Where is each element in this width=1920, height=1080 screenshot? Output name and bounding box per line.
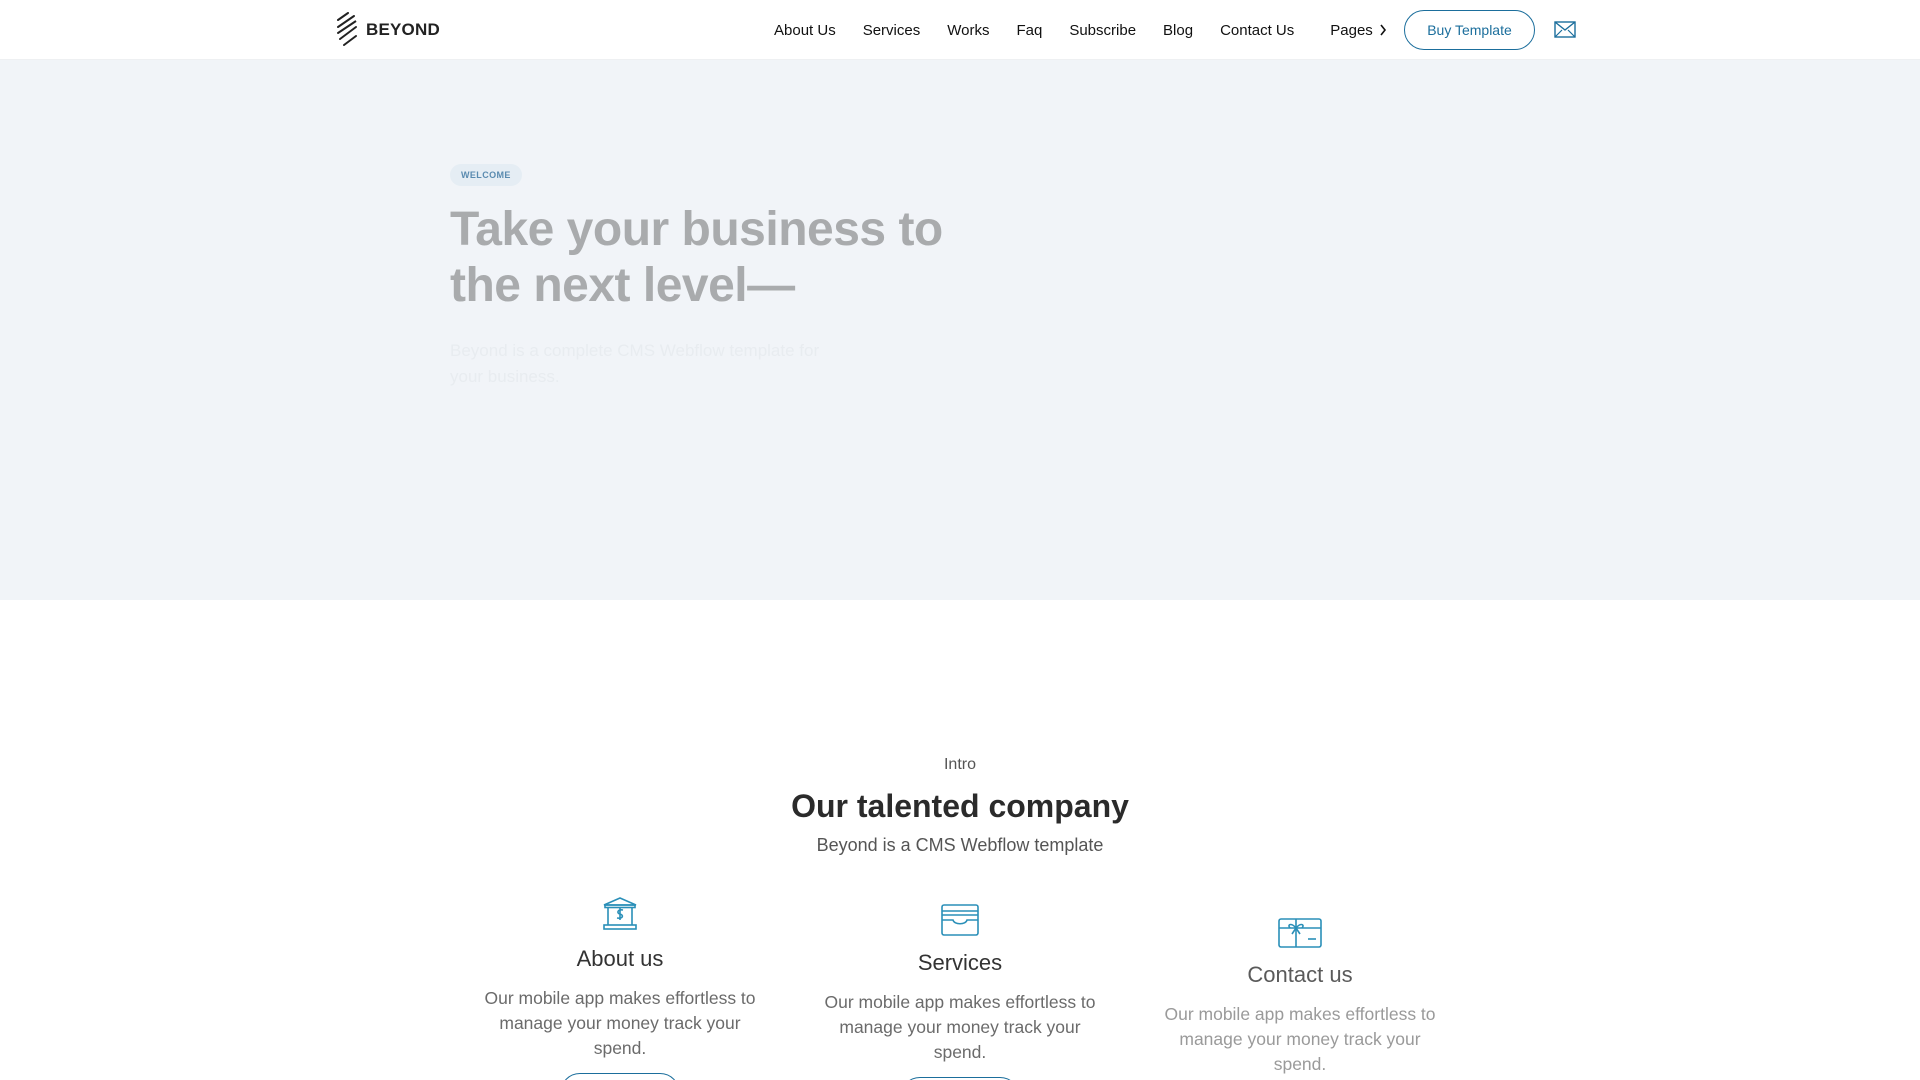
card-button-about[interactable]	[560, 1073, 680, 1080]
feature-card-about: About us Our mobile app makes effortless…	[470, 896, 770, 1080]
hero-subtitle: Beyond is a complete CMS Webflow templat…	[450, 341, 820, 386]
nav-contact-us[interactable]: Contact Us	[1220, 22, 1294, 39]
buy-template-button[interactable]: Buy Template	[1404, 10, 1535, 50]
nav-works[interactable]: Works	[947, 22, 989, 39]
main-nav: About Us Services Works Faq Subscribe Bl…	[774, 0, 1387, 60]
feature-card-services: Services Our mobile app makes effortless…	[810, 904, 1110, 1080]
card-title: Contact us	[1247, 962, 1353, 987]
mail-icon[interactable]	[1554, 21, 1576, 38]
intro-subtitle: Beyond is a CMS Webflow template	[816, 835, 1104, 855]
brand-name: BEYOND	[366, 20, 440, 39]
card-text: Our mobile app makes effortless to manag…	[1164, 1004, 1436, 1074]
nav-faq[interactable]: Faq	[1016, 22, 1042, 39]
logo-icon	[337, 12, 357, 46]
nav-services[interactable]: Services	[863, 22, 921, 39]
nav-subscribe[interactable]: Subscribe	[1069, 22, 1136, 39]
nav-about-us[interactable]: About Us	[774, 22, 836, 39]
chevron-right-icon	[1380, 24, 1386, 36]
card-wallet-icon	[941, 904, 979, 936]
nav-pages-label: Pages	[1330, 21, 1373, 39]
navbar: BEYOND About Us Services Works Faq Subsc…	[0, 0, 1920, 60]
brand-logo[interactable]: BEYOND	[334, 12, 440, 48]
feature-card-contact: Contact us Our mobile app makes effortle…	[1150, 918, 1450, 1077]
card-text: Our mobile app makes effortless to manag…	[824, 992, 1096, 1062]
card-title: About us	[576, 946, 664, 971]
nav-pages-dropdown[interactable]: Pages	[1330, 22, 1387, 39]
gift-card-icon	[1278, 918, 1322, 948]
intro-kicker: Intro	[943, 756, 976, 773]
bank-dollar-icon	[603, 897, 637, 930]
hero-section: WELCOME Take your business to the next l…	[0, 60, 1920, 600]
card-title: Services	[917, 950, 1003, 975]
card-text: Our mobile app makes effortless to manag…	[484, 988, 756, 1058]
intro-title: Our talented company	[791, 788, 1129, 824]
welcome-badge: WELCOME	[450, 164, 522, 186]
nav-blog[interactable]: Blog	[1163, 22, 1193, 39]
hero-title: Take your business to the next level—	[450, 203, 943, 312]
